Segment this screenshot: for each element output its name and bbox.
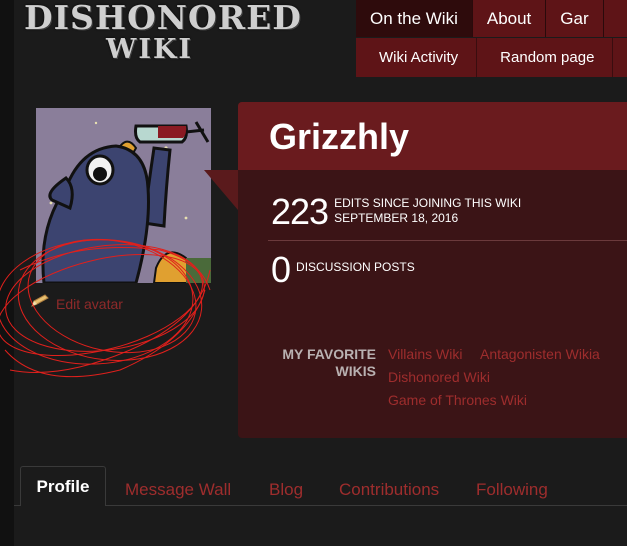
logo-title: DISHONORED xyxy=(24,0,302,37)
edits-description: EDITS SINCE JOINING THIS WIKI SEPTEMBER … xyxy=(334,196,521,226)
favorite-label-line2: WIKIS xyxy=(335,363,376,379)
profile-card-header: Grizzhly xyxy=(238,102,627,170)
edits-stat: 223 EDITS SINCE JOINING THIS WIKI SEPTEM… xyxy=(271,194,521,230)
tab-blog[interactable]: Blog xyxy=(269,480,303,500)
posts-count: 0 xyxy=(271,249,291,290)
logo-subtitle: WIKI xyxy=(106,34,194,65)
posts-description: DISCUSSION POSTS xyxy=(296,260,415,274)
favorite-wiki-link[interactable]: Game of Thrones Wiki xyxy=(388,392,527,408)
avatar[interactable] xyxy=(36,108,211,283)
nav-games[interactable]: Gar xyxy=(546,0,604,37)
edit-avatar-label: Edit avatar xyxy=(56,295,123,312)
tab-profile[interactable]: Profile xyxy=(20,466,106,506)
card-pointer xyxy=(204,170,238,210)
posts-stat: 0 DISCUSSION POSTS xyxy=(271,252,415,288)
tab-following[interactable]: Following xyxy=(476,480,548,500)
pencil-icon xyxy=(30,294,50,313)
favorite-label-line1: MY FAVORITE xyxy=(282,346,376,362)
edits-desc-line2: SEPTEMBER 18, 2016 xyxy=(334,211,459,225)
nav-on-the-wiki[interactable]: On the Wiki xyxy=(356,0,473,37)
favorite-wiki-link[interactable]: Dishonored Wiki xyxy=(388,369,490,385)
edits-count: 223 xyxy=(271,191,329,232)
favorite-wiki-link[interactable]: Villains Wiki xyxy=(388,346,462,362)
favorite-wikis-label: MY FAVORITE WIKIS xyxy=(270,346,376,380)
wiki-subnav: Wiki Activity Random page xyxy=(356,38,627,77)
edits-desc-line1: EDITS SINCE JOINING THIS WIKI xyxy=(334,196,522,210)
wiki-logo[interactable]: DISHONORED WIKI xyxy=(24,0,301,72)
avatar-image xyxy=(36,108,211,283)
favorite-wiki-link[interactable]: Antagonisten Wikia xyxy=(480,346,600,362)
nav-wiki-activity[interactable]: Wiki Activity xyxy=(356,38,478,77)
username: Grizzhly xyxy=(269,116,410,157)
tab-contributions[interactable]: Contributions xyxy=(339,480,439,500)
nav-about[interactable]: About xyxy=(473,0,547,37)
edit-avatar-link[interactable]: Edit avatar xyxy=(30,294,123,313)
tab-message-wall[interactable]: Message Wall xyxy=(125,480,231,500)
wiki-nav: On the Wiki About Gar xyxy=(356,0,627,37)
stats-divider xyxy=(268,240,627,241)
nav-random-page[interactable]: Random page xyxy=(477,38,614,77)
